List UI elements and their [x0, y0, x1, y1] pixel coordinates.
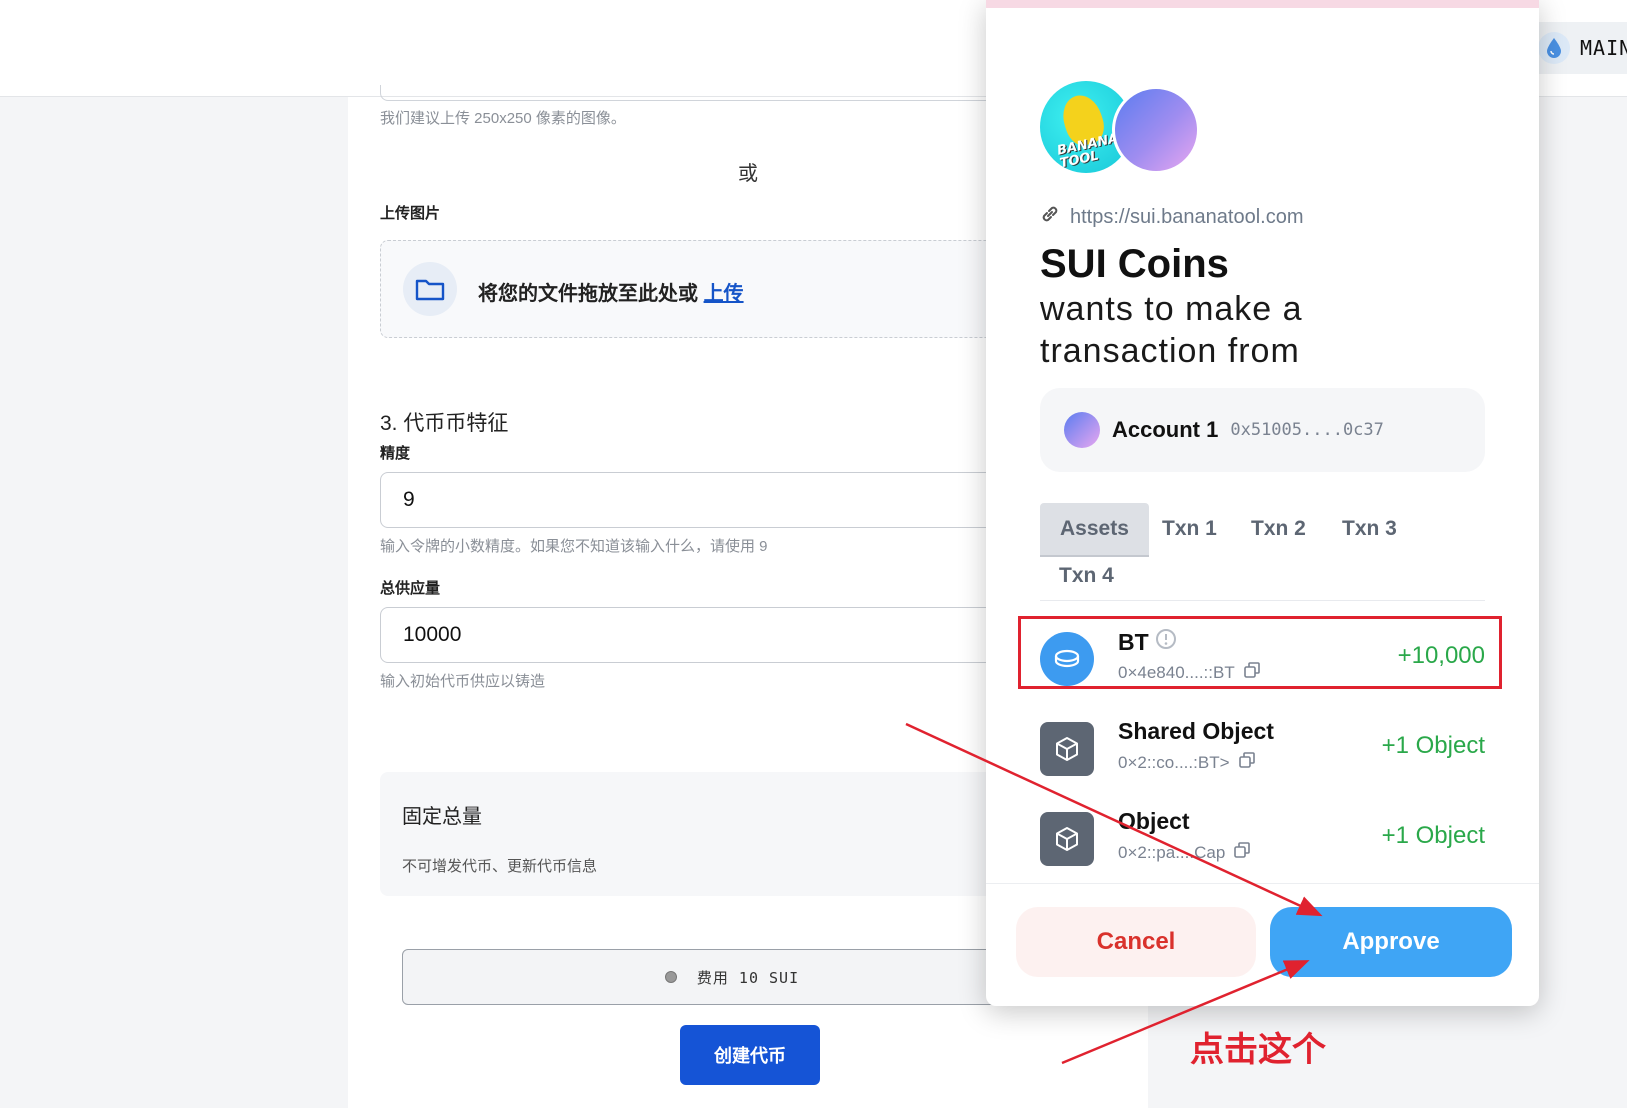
fee-text: 费用 10 SUI [696, 968, 800, 987]
annotation-note: 点击这个 [1190, 1031, 1326, 1069]
wallet-top-strip [986, 0, 1539, 8]
network-label: MAIN [1580, 36, 1627, 60]
folder-icon [403, 262, 457, 316]
account-address: 0x51005....0c37 [1230, 420, 1384, 440]
asset-row: Object 0×2::pa....Cap +1 Object [1040, 808, 1485, 872]
tab-txn-4[interactable]: Txn 4 [1059, 564, 1114, 588]
upload-link[interactable]: 上传 [704, 283, 744, 305]
upload-label: 上传图片 [380, 205, 441, 222]
asset-address: 0×2::co....:BT> [1118, 751, 1256, 774]
precision-input[interactable]: 9 [380, 472, 1020, 528]
fee-display: 费用 10 SUI [402, 949, 1022, 1005]
asset-name: Shared Object [1118, 718, 1274, 745]
copy-icon[interactable] [1233, 841, 1251, 864]
copy-icon[interactable] [1238, 751, 1256, 774]
fixed-supply-desc: 不可增发代币、更新代币信息 [402, 858, 598, 875]
section-title: 3. 代币币特征 [380, 412, 509, 435]
approve-button[interactable]: Approve [1270, 907, 1512, 977]
dropzone-label: 将您的文件拖放至此处或 [478, 283, 698, 305]
account-name: Account 1 [1112, 417, 1219, 442]
network-selector[interactable]: MAIN [1530, 22, 1627, 74]
asset-name-text: Shared Object [1118, 718, 1274, 744]
wallet-logo [1112, 86, 1200, 174]
dropzone-text: 将您的文件拖放至此处或 上传 [478, 277, 744, 306]
precision-label: 精度 [380, 445, 411, 462]
asset-name-text: Object [1118, 808, 1190, 834]
precision-hint: 输入令牌的小数精度。如果您不知道该输入什么，请使用 9 [380, 538, 768, 555]
fixed-supply-title: 固定总量 [402, 806, 482, 828]
cube-icon [1040, 722, 1094, 776]
highlight-box [1018, 616, 1502, 689]
asset-address-text: 0×2::co....:BT> [1118, 752, 1230, 772]
request-description: wants to make a transaction from [1040, 290, 1303, 370]
tab-assets[interactable]: Assets [1040, 503, 1149, 557]
status-dot-icon [664, 971, 677, 983]
supply-hint: 输入初始代币供应以铸造 [380, 673, 546, 690]
asset-amount: +1 Object [1381, 732, 1485, 759]
tab-txn-1[interactable]: Txn 1 [1162, 517, 1217, 541]
asset-row: Shared Object 0×2::co....:BT> +1 Object [1040, 718, 1485, 782]
account-card: Account 1 0x51005....0c37 [1040, 388, 1485, 472]
asset-address: 0×2::pa....Cap [1118, 841, 1251, 864]
transaction-tabs: Assets Txn 1 Txn 2 Txn 3 Txn 4 [1040, 503, 1485, 601]
wallet-popup: BANANA TOOL https://sui.bananatool.com S… [986, 0, 1539, 1006]
fixed-supply-card[interactable]: 固定总量 不可增发代币、更新代币信息 [380, 772, 1020, 896]
link-icon [1040, 204, 1060, 230]
asset-name: Object [1118, 808, 1190, 835]
supply-label: 总供应量 [380, 580, 441, 597]
water-drop-icon [1538, 32, 1570, 64]
image-hint: 我们建议上传 250x250 像素的图像。 [380, 110, 626, 127]
footer-divider [986, 883, 1539, 884]
tab-txn-3[interactable]: Txn 3 [1342, 517, 1397, 541]
site-url: https://sui.bananatool.com [1040, 204, 1303, 230]
tab-txn-2[interactable]: Txn 2 [1251, 517, 1306, 541]
image-url-input[interactable] [380, 85, 1000, 101]
supply-input[interactable]: 10000 [380, 607, 1020, 663]
asset-amount: +1 Object [1381, 822, 1485, 849]
cancel-button[interactable]: Cancel [1016, 907, 1256, 977]
or-divider: 或 [738, 163, 758, 185]
cube-icon [1040, 812, 1094, 866]
app-name: SUI Coins [1040, 242, 1229, 286]
asset-address-text: 0×2::pa....Cap [1118, 842, 1226, 862]
create-token-button[interactable]: 创建代币 [680, 1025, 820, 1085]
site-url-text: https://sui.bananatool.com [1070, 205, 1304, 228]
account-avatar [1064, 412, 1100, 448]
upload-dropzone[interactable]: 将您的文件拖放至此处或 上传 [380, 240, 1020, 338]
